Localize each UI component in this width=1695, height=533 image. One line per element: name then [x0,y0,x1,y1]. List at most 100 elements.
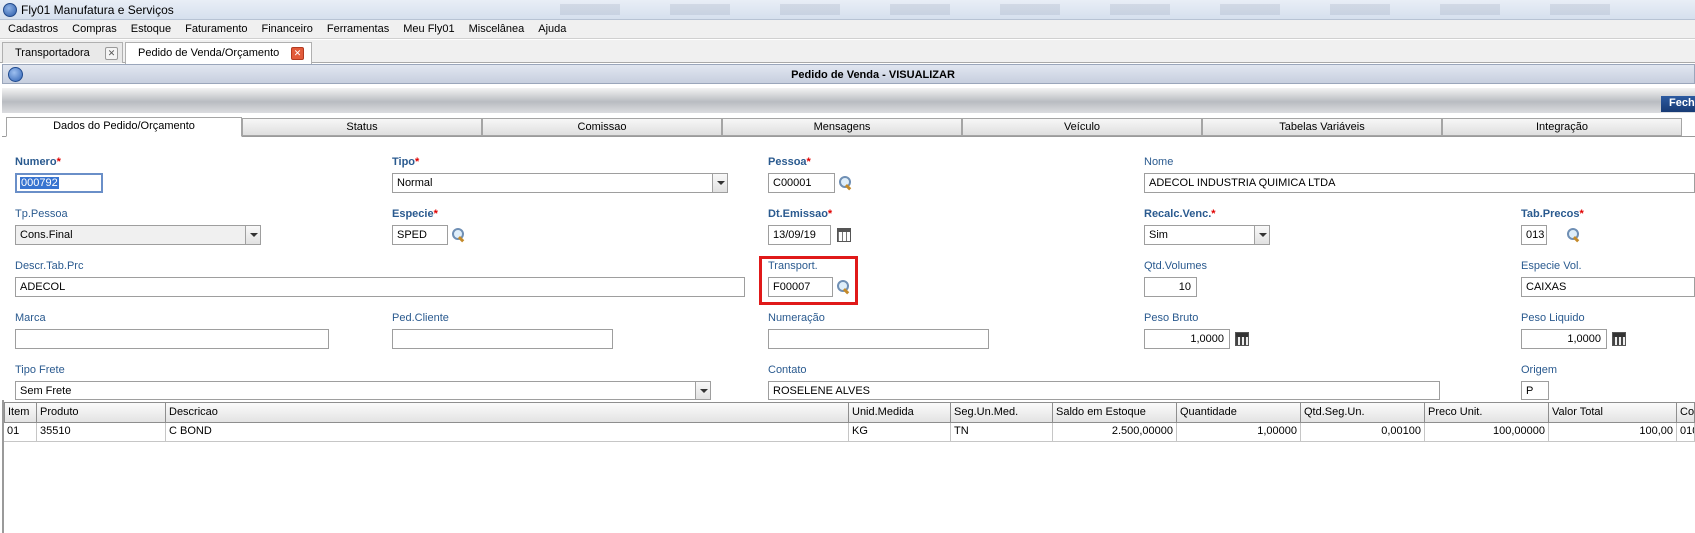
menu-ajuda[interactable]: Ajuda [538,23,566,35]
tab-precos-field[interactable]: 013 [1521,225,1547,245]
grid-header: Item Produto Descricao Unid.Medida Seg.U… [4,402,1695,423]
menu-financeiro[interactable]: Financeiro [262,23,313,35]
chevron-down-icon[interactable] [245,226,260,244]
items-grid: Item Produto Descricao Unid.Medida Seg.U… [4,402,1695,533]
cell-quantidade: 1,00000 [1177,423,1301,442]
origem-field[interactable]: P [1521,381,1549,400]
cell-produto: 35510 [37,423,166,442]
doc-tab-label: Transportadora [15,47,90,59]
especie-vol-field[interactable]: CAIXAS [1521,277,1695,297]
marca-label: Marca [15,312,46,324]
tp-pessoa-label: Tp.Pessoa [15,208,68,220]
doc-tab-pedido-venda[interactable]: Pedido de Venda/Orçamento ✕ [125,42,312,64]
window-title: Fly01 Manufatura e Serviços [21,3,174,17]
search-icon[interactable] [839,176,853,190]
ped-cliente-field[interactable] [392,329,613,349]
nome-field[interactable]: ADECOL INDUSTRIA QUIMICA LTDA [1144,173,1695,193]
app-icon [3,3,17,17]
especie-field[interactable]: SPED [392,225,448,245]
column-header-valor-total[interactable]: Valor Total [1549,402,1677,423]
tab-mensagens[interactable]: Mensagens [722,118,962,136]
cell-seg-un-med: TN [951,423,1053,442]
column-header-produto[interactable]: Produto [37,402,166,423]
numero-label: Numero* [15,156,61,168]
cell-qtd-seg-un: 0,00100 [1301,423,1425,442]
numeracao-field[interactable] [768,329,989,349]
highlight-box [759,256,858,305]
column-header-unid-medida[interactable]: Unid.Medida [849,402,951,423]
numeracao-label: Numeração [768,312,825,324]
tab-precos-label: Tab.Precos* [1521,208,1584,220]
document-tab-strip: Transportadora ✕ Pedido de Venda/Orçamen… [0,40,1695,64]
column-header-qtd-seg-un[interactable]: Qtd.Seg.Un. [1301,402,1425,423]
pessoa-field[interactable]: C00001 [768,173,835,193]
peso-liquido-field[interactable]: 1,0000 [1521,329,1607,349]
column-header-saldo-estoque[interactable]: Saldo em Estoque [1053,402,1177,423]
chevron-down-icon[interactable] [1254,226,1269,244]
nome-label: Nome [1144,156,1174,168]
column-header-descricao[interactable]: Descricao [166,402,849,423]
tipo-frete-select[interactable]: Sem Frete [15,381,711,400]
especie-vol-label: Especie Vol. [1521,260,1582,272]
title-bar-background [560,4,1660,15]
qtd-volumes-field[interactable]: 10 [1144,277,1197,297]
cell-cod: 010 [1677,423,1695,442]
form-title: Pedido de Venda - VISUALIZAR [791,69,955,81]
cell-descricao: C BOND [166,423,849,442]
close-icon[interactable]: ✕ [291,47,304,60]
fechar-button[interactable]: Fechar [1661,96,1695,112]
form-header: Pedido de Venda - VISUALIZAR [2,64,1695,84]
search-icon[interactable] [1567,228,1581,242]
menu-miscelanea[interactable]: Miscelânea [469,23,525,35]
tab-integracao[interactable]: Integração [1442,118,1682,136]
pessoa-label: Pessoa* [768,156,811,168]
menu-estoque[interactable]: Estoque [131,23,171,35]
recalc-venc-select[interactable]: Sim [1144,225,1270,245]
column-header-item[interactable]: Item [4,402,37,423]
doc-tab-transportadora[interactable]: Transportadora ✕ [2,42,123,63]
doc-tab-label: Pedido de Venda/Orçamento [138,47,280,59]
contato-label: Contato [768,364,807,376]
tab-tabelas-variaveis[interactable]: Tabelas Variáveis [1202,118,1442,136]
close-icon[interactable]: ✕ [105,47,118,60]
calculator-icon[interactable] [1612,332,1626,346]
column-header-cod[interactable]: Cod [1677,402,1695,423]
qtd-volumes-label: Qtd.Volumes [1144,260,1207,272]
tipo-select[interactable]: Normal [392,173,728,193]
recalc-venc-label: Recalc.Venc.* [1144,208,1216,220]
column-header-quantidade[interactable]: Quantidade [1177,402,1301,423]
marca-field[interactable] [15,329,329,349]
numero-field[interactable]: 000792 [15,173,103,193]
dt-emissao-field[interactable]: 13/09/19 [768,225,831,245]
chevron-down-icon[interactable] [712,174,727,192]
tp-pessoa-select[interactable]: Cons.Final [15,225,261,245]
tab-veiculo[interactable]: Veículo [962,118,1202,136]
menu-bar: Cadastros Compras Estoque Faturamento Fi… [0,20,1695,39]
column-header-seg-un-med[interactable]: Seg.Un.Med. [951,402,1053,423]
menu-faturamento[interactable]: Faturamento [185,23,247,35]
calendar-icon[interactable] [837,228,851,242]
tab-comissao[interactable]: Comissao [482,118,722,136]
menu-ferramentas[interactable]: Ferramentas [327,23,389,35]
cell-unid-medida: KG [849,423,951,442]
tipo-frete-label: Tipo Frete [15,364,65,376]
cell-preco-unit: 100,00000 [1425,423,1549,442]
tab-status[interactable]: Status [242,118,482,136]
menu-cadastros[interactable]: Cadastros [8,23,58,35]
chevron-down-icon[interactable] [695,382,710,399]
tab-dados-pedido[interactable]: Dados do Pedido/Orçamento [6,117,242,137]
menu-meu-fly01[interactable]: Meu Fly01 [403,23,454,35]
peso-bruto-field[interactable]: 1,0000 [1144,329,1230,349]
descr-tab-prc-label: Descr.Tab.Prc [15,260,84,272]
calculator-icon[interactable] [1235,332,1249,346]
contato-field[interactable]: ROSELENE ALVES [768,381,1440,400]
tipo-label: Tipo* [392,156,420,168]
cell-saldo-estoque: 2.500,00000 [1053,423,1177,442]
descr-tab-prc-field[interactable]: ADECOL [15,277,745,297]
toolbar-band: Fechar [2,88,1695,113]
search-icon[interactable] [452,228,466,242]
table-row[interactable]: 01 35510 C BOND KG TN 2.500,00000 1,0000… [4,423,1695,442]
column-header-preco-unit[interactable]: Preco Unit. [1425,402,1549,423]
dt-emissao-label: Dt.Emissao* [768,208,833,220]
menu-compras[interactable]: Compras [72,23,117,35]
